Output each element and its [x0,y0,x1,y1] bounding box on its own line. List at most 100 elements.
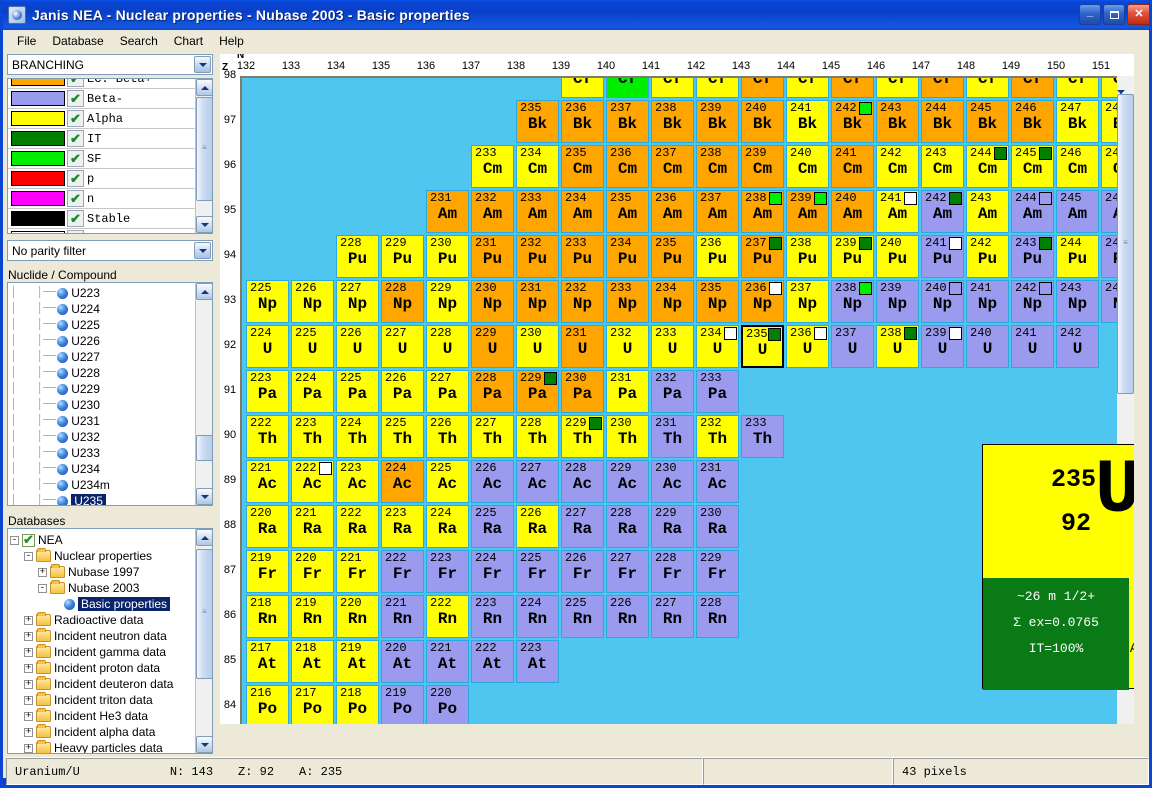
nuclide-cell[interactable]: 242Bk [831,100,874,143]
nuclide-cell[interactable]: 225Ra [471,505,514,548]
nuclide-cell[interactable]: 233U [651,325,694,368]
nuclide-cell[interactable]: 223Pa [246,370,289,413]
nuclide-cell[interactable]: 227Fr [606,550,649,593]
legend-scroll-thumb[interactable]: ≡ [196,97,213,201]
nuclide-cell[interactable]: 227Ac [516,460,559,503]
nuclide-cell[interactable]: 229Pu [381,235,424,278]
nuclide-cell[interactable]: 238Cm [696,145,739,188]
nuclide-cell[interactable]: 225Th [381,415,424,458]
legend-checkbox[interactable]: ✔ [67,170,84,187]
nuclide-cell[interactable]: 232U [606,325,649,368]
tree-expander[interactable]: + [24,648,33,657]
nuclide-cell[interactable]: 240Pu [876,235,919,278]
nuclide-cell[interactable]: 219Po [381,685,424,724]
nuclide-cell[interactable]: 235Am [606,190,649,233]
nuclide-cell[interactable]: 228Ra [606,505,649,548]
database-tree-item[interactable]: +Heavy particles data [8,740,194,754]
nuclide-cell[interactable]: 233Am [516,190,559,233]
nuclide-cell[interactable]: 225Pa [336,370,379,413]
nuclide-cell[interactable]: 244Pu [1056,235,1099,278]
nuclide-cell[interactable]: 243Pu [1011,235,1054,278]
nuclide-cell[interactable]: 219Fr [246,550,289,593]
nuclide-cell[interactable]: 221At [426,640,469,683]
nuclide-cell[interactable]: 234Cm [516,145,559,188]
legend-row[interactable]: ✔p [8,169,196,189]
nuclide-cell[interactable]: 225Ac [426,460,469,503]
nuclide-cell[interactable]: 222Rn [426,595,469,638]
nuclide-cell[interactable]: 217At [246,640,289,683]
nuclide-cell[interactable]: 223Rn [471,595,514,638]
nuclide-cell[interactable]: 228Pa [471,370,514,413]
nuclide-cell[interactable]: 241Np [966,280,1009,323]
nuclide-cell[interactable]: 232Pa [651,370,694,413]
nuclide-cell[interactable]: 225Fr [516,550,559,593]
databases-scroll-thumb[interactable]: ≡ [196,549,213,679]
database-tree-item[interactable]: +Incident deuteron data [8,676,194,692]
nuclide-cell[interactable]: 232Am [471,190,514,233]
database-tree-item[interactable]: +Nubase 1997 [8,564,194,580]
tree-expander[interactable]: - [24,552,33,561]
nuclide-cell[interactable]: 232Th [696,415,739,458]
nuclide-cell[interactable]: 234U [696,325,739,368]
nuclide-cell[interactable]: 239Bk [696,100,739,143]
nuclide-cell[interactable]: 220Ra [246,505,289,548]
tree-expander[interactable]: + [24,728,33,737]
tree-expander[interactable]: + [24,632,33,641]
close-button[interactable]: ✕ [1127,4,1151,25]
database-tree-item[interactable]: +Incident He3 data [8,708,194,724]
nuclide-cell[interactable]: 231Ac [696,460,739,503]
nuclide-cell[interactable]: 239Cm [741,145,784,188]
nuclide-cell[interactable]: 240Np [921,280,964,323]
legend-checkbox[interactable]: ✔ [67,190,84,207]
tree-expander[interactable]: + [24,616,33,625]
nuclide-cell[interactable]: 239Am [786,190,829,233]
nuclide-cell[interactable]: 224U [246,325,289,368]
database-tree-item[interactable]: Basic properties [8,596,194,612]
nuclide-cell[interactable]: 234Pu [606,235,649,278]
nuclide-cell[interactable]: 231U [561,325,604,368]
nuclide-cell[interactable]: 240U [966,325,1009,368]
nuclide-cell[interactable]: 241Cm [831,145,874,188]
legend-checkbox[interactable]: ✔ [67,130,84,147]
nuclide-cell[interactable]: 244Bk [921,100,964,143]
nuclide-cell[interactable]: 228Ac [561,460,604,503]
nuclide-cell[interactable]: 232Pu [516,235,559,278]
nuclide-cell[interactable]: 223Ra [381,505,424,548]
nuclide-cell[interactable]: 247Cf [1011,76,1054,98]
nuclide-cell[interactable]: 226Ac [471,460,514,503]
nuclide-cell[interactable]: 228Rn [696,595,739,638]
nuclide-cell[interactable]: 228Th [516,415,559,458]
nuclide-cell[interactable]: 228Fr [651,550,694,593]
nuclide-cell[interactable]: 235Cm [561,145,604,188]
tree-expander[interactable]: + [24,712,33,721]
nuclide-cell[interactable]: 224Pa [291,370,334,413]
nuclide-list-item[interactable]: │ │──U234 [8,461,194,477]
legend-row[interactable]: ✔Alpha [8,109,196,129]
nuclide-cell[interactable]: 222At [471,640,514,683]
nuclide-list-item[interactable]: │ │──U226 [8,333,194,349]
legend-row[interactable]: ✔SF [8,149,196,169]
database-tree-item[interactable]: -Nuclear properties [8,548,194,564]
nuclide-cell[interactable]: 237Cf [561,76,604,98]
nuclide-cell[interactable]: 240Cf [696,76,739,98]
database-tree-item[interactable]: +Incident alpha data [8,724,194,740]
nuclide-cell[interactable]: 221Fr [336,550,379,593]
nuclide-cell[interactable]: 246Bk [1011,100,1054,143]
nuclide-cell[interactable]: 243Cf [831,76,874,98]
databases-scrollbar[interactable]: ≡ [195,529,212,753]
database-tree-item[interactable]: +Incident neutron data [8,628,194,644]
nuclide-cell[interactable]: 218At [291,640,334,683]
nuclide-cell[interactable]: 237Cm [651,145,694,188]
nuclide-cell[interactable]: 238Am [741,190,784,233]
nuclide-list-item[interactable]: │ │──U231 [8,413,194,429]
nuclide-cell[interactable]: 223At [516,640,559,683]
nuclide-cell[interactable]: 225U [291,325,334,368]
legend-checkbox[interactable]: ✔ [67,150,84,167]
nuclide-cell[interactable]: 242Cf [786,76,829,98]
legend-checkbox[interactable]: ✔ [67,90,84,107]
nuclide-cell[interactable]: 217Po [291,685,334,724]
menu-item-chart[interactable]: Chart [166,32,211,50]
nuclide-cell[interactable]: 236Cm [606,145,649,188]
nuclide-list-item[interactable]: │ │──U223 [8,285,194,301]
nuclide-cell[interactable]: 238Cf [606,76,649,98]
